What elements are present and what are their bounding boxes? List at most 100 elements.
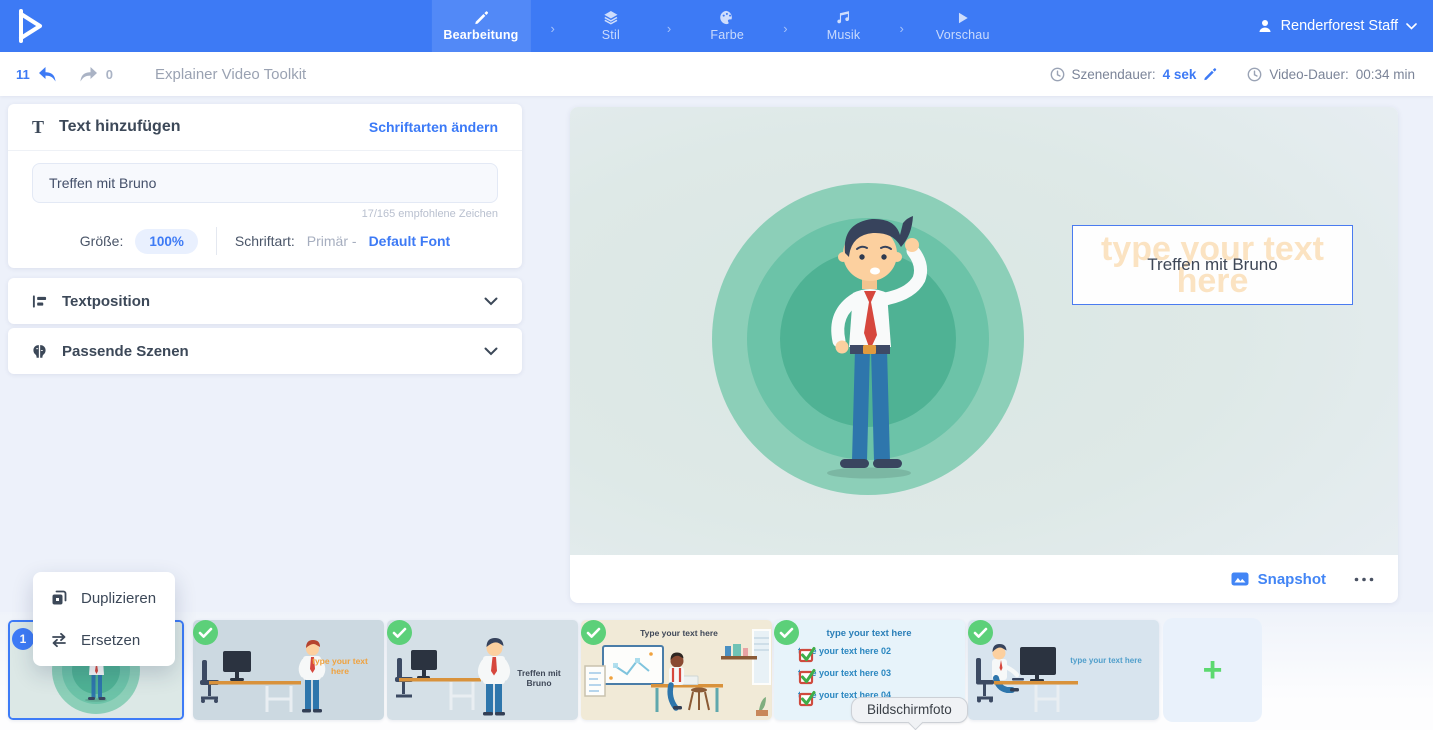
layers-icon [603,10,619,25]
divider [216,227,217,255]
redo-button[interactable] [77,66,98,83]
check-badge-icon [387,620,412,645]
step-separator: › [667,21,671,36]
tab-bearbeitung[interactable]: Bearbeitung [431,0,530,52]
font-name-button[interactable]: Default Font [369,233,451,249]
text-tool-icon: T [32,117,44,138]
more-options-button[interactable] [1354,577,1374,582]
tab-label: Vorschau [936,28,990,42]
tab-stil[interactable]: Stil [575,0,647,52]
scene-context-menu: Duplizieren Ersetzen [33,572,175,666]
redo-count: 0 [106,67,113,82]
chevron-down-icon [1406,23,1417,30]
scene-thumbnail-4[interactable]: Type your text here [581,620,772,720]
undo-count: 11 [16,67,30,82]
scene-thumbnail-3[interactable]: Treffen mit Bruno [387,620,578,720]
tab-label: Musik [827,28,861,42]
overlay-text: Treffen mit Bruno [1073,226,1352,304]
scene-thumbnail-2[interactable]: type your text here [193,620,384,720]
menu-item-label: Duplizieren [81,590,156,607]
pencil-icon [1203,67,1217,81]
scene-duration-label: Szenendauer: [1072,67,1156,82]
add-text-panel: T Text hinzufügen Schriftarten ändern 17… [8,104,522,268]
change-fonts-link[interactable]: Schriftarten ändern [369,119,498,135]
thumbnail-text: type your text here [309,656,371,676]
tooltip-bildschirmfoto: Bildschirmfoto [851,697,968,723]
workflow-steps: Bearbeitung › Stil › Farbe › Musik › Vor… [431,0,1001,52]
accordion-label: Textposition [62,293,150,310]
scene-text-overlay-box[interactable]: type your text here Treffen mit Bruno [1072,225,1353,305]
step-separator: › [783,21,787,36]
checkbox-check-icon [798,668,817,685]
font-type: Primär - [307,233,357,249]
preview-action-bar: Snapshot [570,555,1398,603]
scene-thumbnail-6[interactable]: type your text here [968,620,1159,720]
edit-duration-button[interactable] [1203,67,1217,81]
tab-farbe[interactable]: Farbe [691,0,763,52]
duplicate-icon [51,590,67,606]
app-header: Bearbeitung › Stil › Farbe › Musik › Vor… [0,0,1433,52]
tab-label: Farbe [710,28,744,42]
checkbox-check-icon [798,690,817,707]
palette-icon [719,10,735,25]
menu-item-duplicate[interactable]: Duplizieren [33,577,175,619]
menu-item-replace[interactable]: Ersetzen [33,619,175,661]
clock-icon [1247,67,1262,82]
person-icon [1257,18,1273,34]
scene-duration-value[interactable]: 4 sek [1163,67,1197,82]
video-duration-value: 00:34 min [1356,67,1415,82]
step-separator: › [900,21,904,36]
thumbnail-title: type your text here [804,628,934,639]
step-separator: › [551,21,555,36]
scene-number-badge: 1 [12,628,34,650]
tab-label: Stil [602,28,620,42]
account-name: Renderforest Staff [1281,18,1398,34]
pencil-icon [473,10,488,25]
ellipsis-icon [1354,577,1374,582]
thumbnail-text: Treffen mit Bruno [505,668,573,688]
scene-background-art [570,107,1398,555]
scene-canvas[interactable]: type your text here Treffen mit Bruno [570,107,1398,555]
matching-scenes-icon [32,344,47,359]
swap-icon [51,632,67,648]
check-badge-icon [968,620,993,645]
renderforest-logo-icon[interactable] [14,8,46,49]
video-duration-label: Video-Dauer: [1269,67,1348,82]
checklist-row: type your text here 02 [798,646,891,656]
chevron-down-icon[interactable] [484,297,498,306]
checklist-row: type your text here 03 [798,668,891,678]
accordion-text-position[interactable]: Textposition [8,278,522,324]
editor-toolbar: 11 0 Explainer Video Toolkit Szenendauer… [0,52,1433,96]
char-counter: 17/165 empfohlene Zeichen [32,208,498,220]
undo-button[interactable] [38,66,59,83]
scene-preview-card: type your text here Treffen mit Bruno Sn… [570,107,1398,603]
size-value-button[interactable]: 100% [135,229,198,254]
plus-icon: + [1203,653,1223,687]
scene-duration: Szenendauer: 4 sek [1050,67,1218,82]
tab-label: Bearbeitung [443,28,518,42]
snapshot-button[interactable]: Snapshot [1231,571,1326,588]
undo-icon [38,66,59,83]
tab-musik[interactable]: Musik [808,0,880,52]
tab-vorschau[interactable]: Vorschau [924,0,1002,52]
thumbnail-art [968,620,1159,720]
music-icon [836,10,851,25]
menu-item-label: Ersetzen [81,632,140,649]
redo-icon [77,66,98,83]
clock-icon [1050,67,1065,82]
checkbox-check-icon [798,646,817,663]
accordion-matching-scenes[interactable]: Passende Szenen [8,328,522,374]
chevron-down-icon[interactable] [484,347,498,356]
project-title: Explainer Video Toolkit [155,66,306,83]
snapshot-label: Snapshot [1258,571,1326,588]
account-menu[interactable]: Renderforest Staff [1257,0,1417,52]
panel-title: Text hinzufügen [59,118,180,136]
font-label: Schriftart: [235,233,295,249]
add-scene-button[interactable]: + [1163,618,1262,722]
text-position-icon [32,294,47,309]
snapshot-icon [1231,571,1249,587]
size-label: Größe: [80,233,124,249]
scene-text-input[interactable] [32,163,498,203]
check-badge-icon [193,620,218,645]
check-badge-icon [774,620,799,645]
